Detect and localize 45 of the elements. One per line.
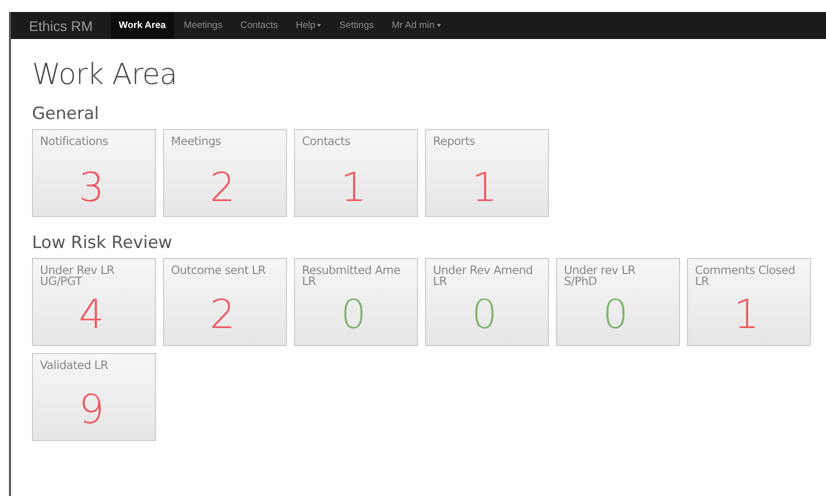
tile-label: Meetings [171,136,222,150]
tile-count: 9 [78,388,106,432]
tile-count: 1 [732,293,760,337]
count-tile[interactable]: Comments Closed LR 1 [687,258,811,346]
caret-icon [436,24,440,27]
nav-item[interactable]: Mr Ad min [384,12,448,39]
count-tile[interactable]: Validated LR 9 [32,353,156,441]
tile-count: 0 [340,293,368,337]
nav-item[interactable]: Settings [331,12,382,39]
tile-count: 2 [208,166,236,210]
count-tile[interactable]: Resubmitted Ame LR 0 [294,258,418,346]
tile-label: Under Rev LR UG/PGT [40,265,116,287]
tile-label: Resubmitted Ame LR [302,265,402,287]
tile-label: Outcome sent LR [171,265,267,279]
tile-count: 4 [78,293,106,337]
nav-item[interactable]: Meetings [176,12,230,39]
nav-item[interactable]: Contacts [232,12,286,39]
count-tile[interactable]: Reports 1 [425,129,549,217]
page-title: Work Area [32,57,178,91]
tile-label: Reports [433,136,476,150]
nav-item[interactable]: Work Area [110,12,174,39]
nav-item[interactable]: Help [288,12,330,39]
tile-count: 1 [470,166,498,210]
count-tile[interactable]: Contacts 1 [294,129,418,217]
brand-name[interactable]: Ethics RM [23,18,99,34]
tile-count: 3 [78,166,106,210]
caret-icon [317,24,322,27]
count-tile[interactable]: Under Rev LR UG/PGT 4 [32,258,156,346]
tile-count: 0 [602,293,630,337]
tile-label: Under rev LR S/PhD [564,265,636,287]
tile-count: 1 [340,166,368,210]
section-heading: Low Risk Review [32,233,174,253]
count-tile[interactable]: Under rev LR S/PhD 0 [556,258,680,346]
section-heading: General [32,104,100,124]
count-tile[interactable]: Meetings 2 [163,129,287,217]
tile-label: Notifications [40,136,110,150]
tile-label: Validated LR [40,360,110,374]
tile-count: 0 [470,293,498,337]
tile-label: Under Rev Amend LR [433,265,534,287]
count-tile[interactable]: Notifications 3 [32,129,156,217]
count-tile[interactable]: Under Rev Amend LR 0 [425,258,549,346]
tile-label: Comments Closed LR [695,265,796,287]
tile-label: Contacts [302,136,352,150]
tile-count: 2 [208,293,236,337]
count-tile[interactable]: Outcome sent LR 2 [163,258,287,346]
